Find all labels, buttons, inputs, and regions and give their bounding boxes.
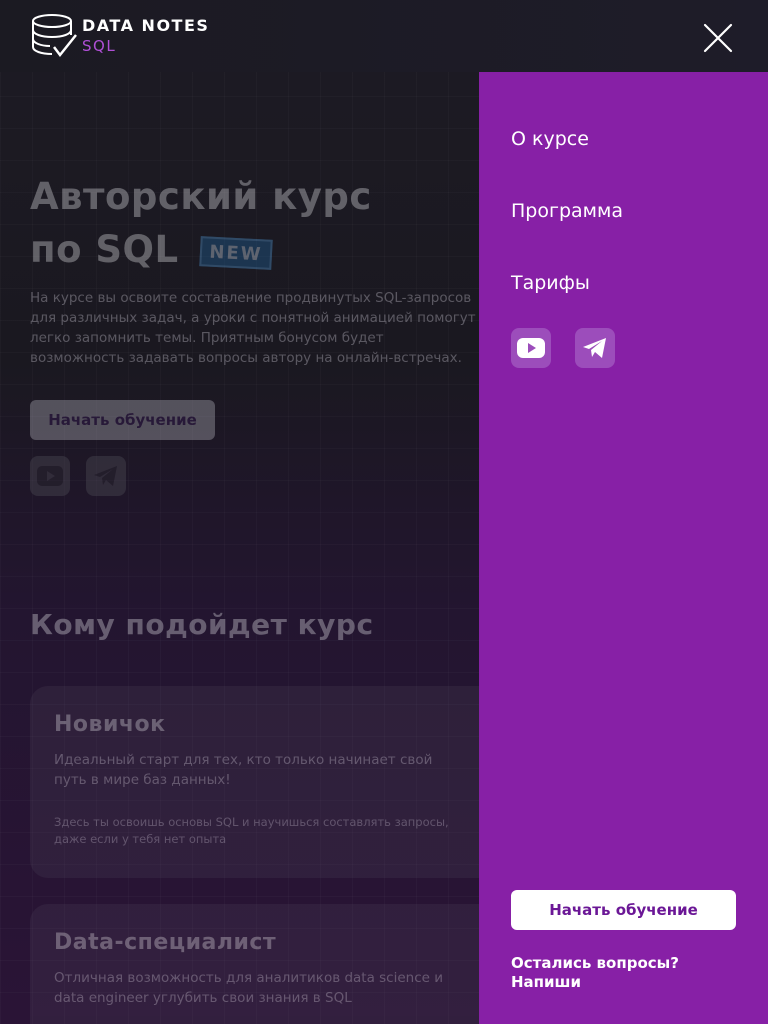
logo-title: DATA NOTES <box>82 16 210 35</box>
card-text: Идеальный старт для тех, кто только начи… <box>54 752 433 788</box>
card-text: Отличная возможность для аналитиков data… <box>54 970 444 1006</box>
audience-card-beginner: Новичок Идеальный старт для тех, кто тол… <box>30 686 500 878</box>
card-title: Новичок <box>54 712 166 737</box>
youtube-icon <box>517 338 545 358</box>
telegram-icon <box>583 338 606 358</box>
hero-youtube-button[interactable] <box>30 456 70 496</box>
audience-card-data-specialist: Data-специалист Отличная возможность для… <box>30 904 500 1024</box>
database-check-icon <box>32 14 77 58</box>
header: DATA NOTES SQL <box>0 0 768 72</box>
telegram-icon <box>94 466 117 486</box>
new-badge: NEW <box>199 236 273 270</box>
youtube-icon <box>37 466 63 486</box>
menu-youtube-button[interactable] <box>511 328 551 368</box>
contact-line1: Остались вопросы? <box>511 954 679 972</box>
hero-telegram-button[interactable] <box>86 456 126 496</box>
contact-line2: Напиши <box>511 973 581 991</box>
mobile-menu-panel: О курсе Программа Тарифы Начать обучение… <box>479 72 768 1024</box>
hero-title-line1: Авторский курс <box>30 175 372 218</box>
logo-subtitle: SQL <box>82 37 117 55</box>
logo[interactable]: DATA NOTES SQL <box>30 13 209 59</box>
hero-description: На курсе вы освоите составление продвину… <box>30 290 476 366</box>
menu-item-about[interactable]: О курсе <box>511 128 589 150</box>
menu-start-button[interactable]: Начать обучение <box>511 890 736 930</box>
menu-telegram-button[interactable] <box>575 328 615 368</box>
card-note: Здесь ты освоишь основы SQL и научишься … <box>54 815 449 846</box>
menu-item-pricing[interactable]: Тарифы <box>511 272 590 294</box>
contact-link[interactable]: Остались вопросы? Напиши <box>511 954 741 992</box>
audience-section-title: Кому подойдет курс <box>30 608 374 641</box>
card-title: Data-специалист <box>54 930 277 955</box>
close-icon <box>703 23 733 53</box>
menu-item-program[interactable]: Программа <box>511 200 623 222</box>
hero-start-button[interactable]: Начать обучение <box>30 400 215 440</box>
close-menu-button[interactable] <box>700 20 736 56</box>
